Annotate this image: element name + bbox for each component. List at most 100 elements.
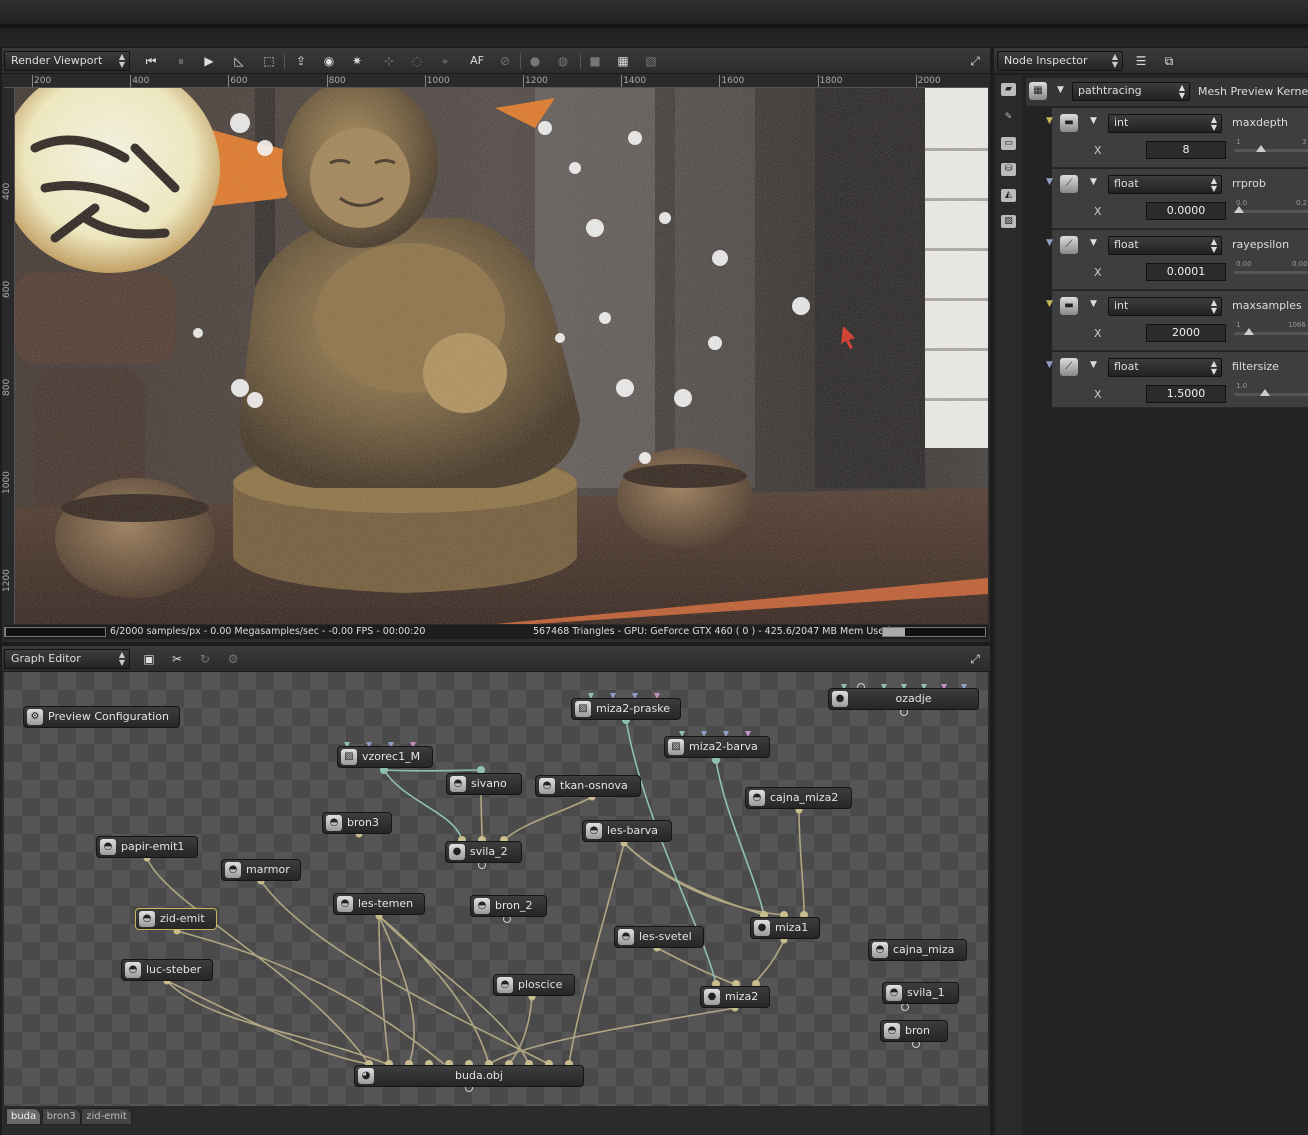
slider-thumb[interactable]: [1243, 328, 1254, 335]
pin-triangle-icon[interactable]: ▼: [1046, 177, 1053, 187]
tab-zid-emit[interactable]: zid-emit: [81, 1108, 132, 1125]
node-marmor[interactable]: ◓ marmor: [221, 859, 301, 881]
pause-icon[interactable]: ⏸: [172, 52, 190, 70]
database-icon[interactable]: ⛁: [1001, 163, 1016, 176]
maximize-icon[interactable]: ⤢: [966, 650, 984, 668]
node-vzorec1-m[interactable]: ▨ vzorec1_M: [337, 746, 433, 768]
save-graph-icon[interactable]: ▣: [140, 650, 158, 668]
kernel-type-select[interactable]: pathtracing ▲ ▼: [1072, 82, 1190, 101]
color-picker-icon[interactable]: ◉: [320, 52, 338, 70]
pin-triangle-icon[interactable]: ▼: [1046, 116, 1053, 126]
environment-icon[interactable]: ◭: [1001, 189, 1016, 202]
param-slider[interactable]: [1234, 145, 1308, 152]
node-bron3[interactable]: ◓ bron3: [322, 812, 392, 834]
reload-icon[interactable]: ↻: [196, 650, 214, 668]
param-type-select[interactable]: int ▲ ▼: [1108, 114, 1222, 133]
node-luc-steber[interactable]: ◓ luc-steber: [121, 959, 213, 981]
param-value-field[interactable]: 0.0000: [1146, 202, 1226, 220]
node-miza1[interactable]: ● miza1: [750, 917, 820, 939]
node-graph-canvas[interactable]: ⚙ Preview Configuration ◓ papir-emit1 ◓ zid…: [4, 672, 988, 1106]
camera-icon[interactable]: ✎: [1001, 111, 1016, 124]
node-bron[interactable]: ◓ bron: [880, 1020, 948, 1042]
pin-node-icon[interactable]: ⧉: [1160, 52, 1178, 70]
expand-triangle-icon[interactable]: ▼: [1090, 360, 1097, 370]
upload-scene-icon[interactable]: ⇪: [292, 52, 310, 70]
subsample-icon[interactable]: ◍: [554, 52, 572, 70]
param-type-select[interactable]: int ▲ ▼: [1108, 297, 1222, 316]
camera-icon[interactable]: ⊘: [496, 52, 514, 70]
node-bron-2[interactable]: ◓ bron_2: [470, 895, 547, 917]
expand-triangle-icon[interactable]: ▼: [1090, 299, 1097, 309]
param-value-field[interactable]: 1.5000: [1146, 385, 1226, 403]
tab-buda[interactable]: buda: [6, 1108, 42, 1125]
node-papir-emit1[interactable]: ◓ papir-emit1: [96, 836, 198, 858]
node-les-temen[interactable]: ◓ les-temen: [333, 893, 425, 915]
param-type-select[interactable]: float ▲ ▼: [1108, 358, 1222, 377]
tool-icon[interactable]: ⚙: [224, 650, 242, 668]
node-tkan-osnova[interactable]: ◓ tkan-osnova: [535, 775, 641, 797]
node-buda-obj[interactable]: ◕ buda.obj: [354, 1065, 584, 1087]
param-type-select[interactable]: float ▲ ▼: [1108, 175, 1222, 194]
tab-bron3[interactable]: bron3: [41, 1108, 81, 1125]
pin-triangle-icon[interactable]: ▼: [1046, 238, 1053, 248]
node-svila-1[interactable]: ◓ svila_1: [882, 982, 959, 1004]
material-icon: ◓: [450, 776, 466, 792]
background-icon[interactable]: ■: [586, 52, 604, 70]
param-slider[interactable]: [1234, 389, 1308, 396]
expand-triangle-icon[interactable]: ▼: [1090, 177, 1097, 187]
node-zid-emit[interactable]: ◓ zid-emit: [135, 908, 217, 930]
param-value-field[interactable]: 2000: [1146, 324, 1226, 342]
node-preview-configuration[interactable]: ⚙ Preview Configuration: [23, 706, 180, 728]
node-ozadje[interactable]: ● ozadje: [828, 688, 979, 710]
pin-triangle-icon[interactable]: ▼: [1046, 360, 1053, 370]
ruler-tool-icon[interactable]: ◺: [230, 52, 248, 70]
play-icon[interactable]: ▶: [200, 52, 218, 70]
expand-triangle-icon[interactable]: ▼: [1090, 116, 1097, 126]
ruler-tick-label: 1800: [819, 76, 843, 86]
alpha-icon[interactable]: ▧: [642, 52, 660, 70]
node-svila-2[interactable]: ● svila_2: [445, 841, 522, 863]
object-pick-icon[interactable]: ⌖: [436, 52, 454, 70]
region-render-icon[interactable]: ⬚: [260, 52, 278, 70]
imager-icon[interactable]: ▨: [1001, 215, 1016, 228]
param-type-value: float: [1114, 360, 1139, 373]
maximize-icon[interactable]: ⤢: [966, 52, 984, 70]
viewport-selector[interactable]: Render Viewport ▲ ▼: [4, 51, 130, 71]
param-type-select[interactable]: float ▲ ▼: [1108, 236, 1222, 255]
autofocus-button[interactable]: AF: [466, 52, 488, 70]
expand-triangle-icon[interactable]: ▼: [1090, 238, 1097, 248]
slider-thumb[interactable]: [1259, 389, 1270, 396]
image-icon[interactable]: ▰: [1001, 83, 1016, 96]
param-value-field[interactable]: 8: [1146, 141, 1226, 159]
node-miza2-praske[interactable]: ▨ miza2-praske: [571, 698, 681, 720]
light-pick-icon[interactable]: ✷: [348, 52, 366, 70]
node-cajna-miza2[interactable]: ◓ cajna_miza2: [745, 787, 852, 809]
material-pick-icon[interactable]: ◌: [408, 52, 426, 70]
node-les-barva[interactable]: ◓ les-barva: [582, 820, 672, 842]
node-ploscice[interactable]: ◓ ploscice: [493, 974, 575, 996]
collapse-all-icon[interactable]: ☰: [1132, 52, 1150, 70]
node-miza2[interactable]: ● miza2: [700, 986, 770, 1008]
param-slider[interactable]: [1234, 328, 1308, 335]
node-sivano[interactable]: ◓ sivano: [446, 773, 522, 795]
slider-thumb[interactable]: [1234, 206, 1244, 213]
expand-triangle-icon[interactable]: ▼: [1057, 85, 1064, 95]
render-image[interactable]: [15, 88, 988, 624]
node-les-svetel[interactable]: ◓ les-svetel: [614, 926, 704, 948]
param-value-field[interactable]: 0.0001: [1146, 263, 1226, 281]
link-tool-icon[interactable]: ✂: [168, 650, 186, 668]
param-slider[interactable]: [1234, 271, 1308, 274]
clay-mode-icon[interactable]: ●: [526, 52, 544, 70]
slider-thumb[interactable]: [1256, 145, 1267, 152]
node-cajna-miza[interactable]: ◓ cajna_miza: [868, 939, 967, 961]
param-slider[interactable]: [1234, 206, 1308, 213]
rewind-icon[interactable]: ⏮: [142, 52, 160, 70]
checker-icon[interactable]: ▦: [614, 52, 632, 70]
af-pick-icon[interactable]: ⊹: [380, 52, 398, 70]
pin-triangle-icon[interactable]: ▼: [1046, 299, 1053, 309]
graph-editor-selector[interactable]: Graph Editor ▲ ▼: [4, 649, 130, 669]
kernel-icon[interactable]: ▭: [1001, 137, 1016, 150]
node-miza2-barva[interactable]: ▨ miza2-barva: [664, 736, 770, 758]
settings-icon: ⚙: [27, 709, 43, 725]
inspector-selector[interactable]: Node Inspector ▲ ▼: [997, 51, 1123, 71]
